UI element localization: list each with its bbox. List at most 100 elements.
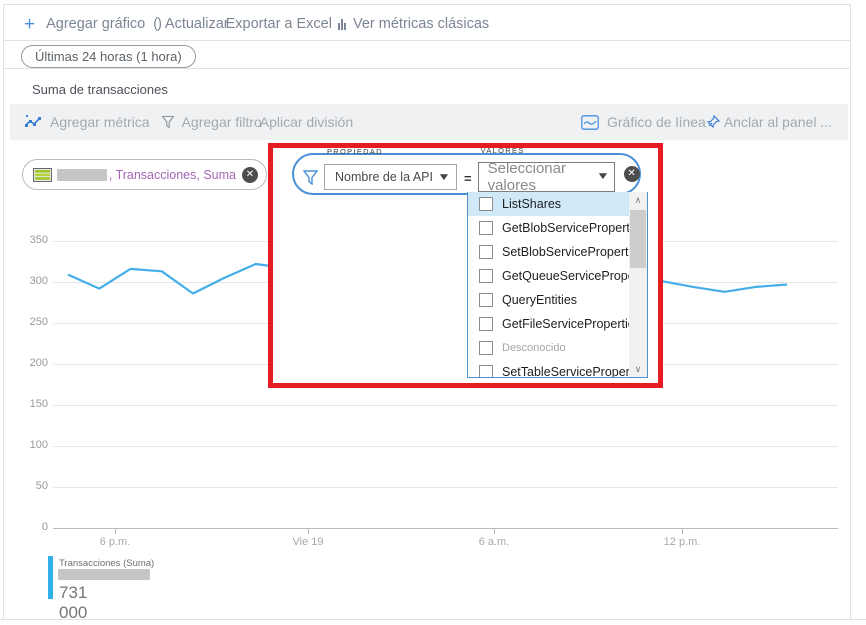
option-label: GetBlobServiceProperties <box>502 221 646 235</box>
y-axis-label: 300 <box>12 275 48 287</box>
chevron-down-icon: ▼ <box>437 172 451 183</box>
x-axis-label: Vie 19 <box>293 536 324 548</box>
gridline-y-150 <box>53 405 838 406</box>
add-metric-icon <box>24 115 42 129</box>
filter-funnel-icon <box>162 116 174 128</box>
add-filter-label: Agregar filtro <box>182 114 262 130</box>
apply-splitting-button[interactable]: Aplicar división <box>260 114 353 130</box>
option-checkbox[interactable] <box>479 245 493 259</box>
property-select[interactable]: Nombre de la API ▼ <box>324 164 457 190</box>
scroll-down-icon[interactable]: ∨ <box>629 361 647 377</box>
scroll-up-icon[interactable]: ∧ <box>629 192 647 208</box>
property-field-label: PROPIEDAD <box>327 147 383 156</box>
option-checkbox[interactable] <box>479 293 493 307</box>
values-dropdown-list: ListSharesGetBlobServicePropertiesSetBlo… <box>467 192 648 378</box>
metric-series-label: , Transacciones, Suma <box>109 168 236 182</box>
time-range-label: Últimas 24 horas (1 hora) <box>35 49 182 64</box>
frame-right-border <box>850 4 851 620</box>
dropdown-option[interactable]: SetTableServiceProperti <box>468 360 630 378</box>
gridline-y-100 <box>53 446 838 447</box>
option-checkbox[interactable] <box>479 221 493 235</box>
legend-total-value: 731 000 <box>59 583 87 623</box>
x-axis-tick <box>494 528 495 534</box>
dropdown-option[interactable]: Desconocido <box>468 336 630 360</box>
pin-icon <box>706 115 720 129</box>
export-excel-button[interactable]: Exportar a Excel <box>223 16 332 32</box>
redacted-account-name <box>57 169 107 181</box>
line-chart-type-button[interactable]: Gráfico de línea <box>571 114 706 130</box>
x-axis-label: 6 p.m. <box>100 536 131 548</box>
scrollbar-thumb[interactable] <box>630 210 646 268</box>
y-axis-label: 200 <box>12 357 48 369</box>
option-checkbox[interactable] <box>479 341 493 355</box>
option-checkbox[interactable] <box>479 365 493 378</box>
values-select-placeholder: Seleccionar valores <box>488 160 598 194</box>
option-checkbox[interactable] <box>479 269 493 283</box>
remove-filter-button[interactable]: ✕ <box>624 166 640 182</box>
y-axis-label: 0 <box>12 521 48 533</box>
dropdown-option[interactable]: QueryEntities <box>468 288 630 312</box>
option-label: QueryEntities <box>502 293 577 307</box>
option-label: SetTableServiceProperti <box>502 365 636 378</box>
legend-redacted-account <box>58 569 150 580</box>
filter-funnel-icon <box>303 170 318 185</box>
top-toolbar: + Agregar gráfico () Actualizar Exportar… <box>14 12 834 36</box>
filter-popup: PROPIEDAD Nombre de la API ▼ = VALORES S… <box>273 148 658 383</box>
option-checkbox[interactable] <box>479 197 493 211</box>
frame-bottom-border <box>0 619 866 620</box>
line-chart-label: Gráfico de línea <box>607 114 706 130</box>
option-label: ListShares <box>502 197 561 211</box>
dropdown-option[interactable]: ListShares <box>468 192 630 216</box>
frame-left-border <box>3 4 4 620</box>
azure-metrics-screen: + Agregar gráfico () Actualizar Exportar… <box>0 0 866 625</box>
y-axis-label: 100 <box>12 439 48 451</box>
dropdown-scrollbar[interactable]: ∧ ∨ <box>629 192 647 377</box>
add-chart-button[interactable]: + Agregar gráfico <box>14 15 145 34</box>
storage-account-icon <box>33 168 52 182</box>
property-select-value: Nombre de la API <box>335 170 433 184</box>
values-select[interactable]: Seleccionar valores ▼ <box>478 162 615 192</box>
add-chart-label: Agregar gráfico <box>46 16 145 32</box>
classic-metrics-button[interactable]: Ver métricas clásicas <box>332 16 489 32</box>
add-metric-label: Agregar métrica <box>50 114 150 130</box>
filter-pill: PROPIEDAD Nombre de la API ▼ = VALORES S… <box>292 153 641 195</box>
y-axis-label: 350 <box>12 234 48 246</box>
gridline-y-50 <box>53 487 838 488</box>
frame-top-border <box>3 4 850 5</box>
option-label: GetQueueServiceProper... <box>502 269 648 283</box>
time-range-row: Últimas 24 horas (1 hora) <box>0 41 850 68</box>
plus-icon: + <box>24 15 35 34</box>
legend-series-name: Transacciones (Suma) <box>59 558 154 569</box>
chart-toolbar: Agregar métrica Agregar filtro Aplicar d… <box>10 104 848 140</box>
option-checkbox[interactable] <box>479 317 493 331</box>
time-range-picker[interactable]: Últimas 24 horas (1 hora) <box>21 45 196 68</box>
classic-metrics-label: Ver métricas clásicas <box>353 16 489 32</box>
legend-color-bar <box>48 556 53 599</box>
dropdown-option[interactable]: GetFileServiceProperties <box>468 312 630 336</box>
metric-pill[interactable]: , Transacciones, Suma ✕ <box>22 159 267 190</box>
y-axis-label: 150 <box>12 398 48 410</box>
classic-metrics-icon <box>338 19 346 30</box>
x-axis-tick <box>682 528 683 534</box>
x-axis-tick <box>308 528 309 534</box>
x-axis-label: 6 a.m. <box>479 536 510 548</box>
dropdown-option[interactable]: SetBlobServiceProperties <box>468 240 630 264</box>
x-axis-label: 12 p.m. <box>664 536 701 548</box>
page-title: Suma de transacciones <box>32 82 168 97</box>
values-field: VALORES Seleccionar valores ▼ <box>478 157 615 192</box>
x-axis-tick <box>115 528 116 534</box>
remove-metric-button[interactable]: ✕ <box>242 167 258 183</box>
add-metric-button[interactable]: Agregar métrica <box>10 114 150 130</box>
chart-toolbar-left: Agregar métrica Agregar filtro Aplicar d… <box>10 114 355 130</box>
y-axis-label: 250 <box>12 316 48 328</box>
dropdown-option[interactable]: GetQueueServiceProper... <box>468 264 630 288</box>
values-field-label: VALORES <box>481 146 525 155</box>
add-filter-button[interactable]: Agregar filtro <box>152 114 262 130</box>
export-excel-label: Exportar a Excel <box>226 16 332 32</box>
refresh-button[interactable]: () Actualizar <box>145 16 228 32</box>
dropdown-option[interactable]: GetBlobServiceProperties <box>468 216 630 240</box>
pin-to-dashboard-label: Anclar al panel ... <box>724 114 832 130</box>
option-label: Desconocido <box>502 342 566 354</box>
option-label: GetFileServiceProperties <box>502 317 641 331</box>
pin-to-dashboard-button[interactable]: Anclar al panel ... <box>704 114 832 130</box>
